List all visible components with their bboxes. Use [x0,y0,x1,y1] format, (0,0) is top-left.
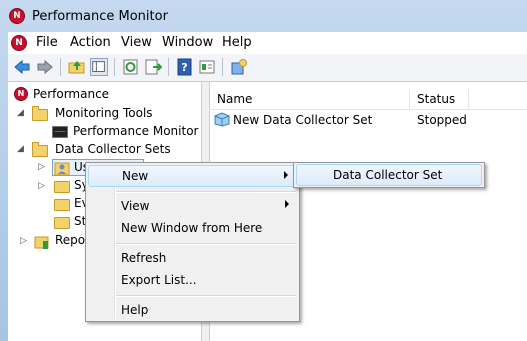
menu-item-label: View [121,199,150,213]
tree-item-label: Monitoring Tools [55,106,153,120]
column-header-status[interactable]: Status [417,92,455,106]
menu-item-label: New [122,169,149,183]
menu-help[interactable]: Help [222,35,252,50]
list-header: Name Status [209,89,527,110]
menu-view[interactable]: View [121,35,152,50]
context-menu: New View New Window from Here Refresh Ex… [85,162,300,322]
menu-item-new-window[interactable]: New Window from Here [88,217,297,239]
menu-item-label: Help [121,303,149,317]
column-header-name[interactable]: Name [217,92,252,106]
column-separator[interactable] [409,89,410,109]
folder-icon [54,217,70,229]
folder-icon [32,142,48,157]
menu-item-view[interactable]: View [88,195,297,217]
toolbar-separator [222,58,223,76]
menu-item-export-list[interactable]: Export List... [88,269,297,291]
properties-icon[interactable] [198,58,216,76]
data-collector-set-icon [214,112,230,127]
svg-text:?: ? [181,61,187,74]
menu-item-label: Refresh [121,251,167,265]
toolbar-separator [60,58,61,76]
menu-item-new[interactable]: New [88,165,297,187]
folder-icon [32,106,48,121]
collapse-arrow-icon[interactable]: ◢ [17,108,24,118]
toolbar: ? [8,54,527,82]
menu-item-label: New Window from Here [121,221,263,235]
toolbar-separator [168,58,169,76]
performance-icon: N [14,87,28,101]
back-arrow-icon[interactable] [13,58,31,76]
menu-action[interactable]: Action [70,35,111,50]
performance-monitor-window: N Performance Monitor N File Action View… [0,0,527,341]
export-list-icon[interactable] [144,58,162,76]
menu-separator [116,295,296,297]
help-icon[interactable]: ? [176,58,194,76]
toolbar-separator [114,58,115,76]
expand-arrow-icon[interactable]: ▷ [38,162,45,172]
folder-icon [54,181,70,193]
menu-item-help[interactable]: Help [88,299,297,321]
list-item-status: Stopped [417,113,467,127]
expand-arrow-icon[interactable]: ▷ [38,181,45,191]
submenu-arrow-icon [284,171,288,179]
tree-item-label: Performance Monitor [73,124,199,138]
show-hide-tree-icon[interactable] [90,58,108,76]
tree-item-label: Performance [33,87,110,101]
menu-separator [116,243,296,245]
new-submenu: Data Collector Set [293,162,485,188]
new-icon[interactable] [230,58,248,76]
reports-folder-icon [34,236,49,249]
performance-monitor-icon [52,126,68,138]
refresh-icon[interactable] [122,58,140,76]
list-item[interactable]: New Data Collector Set Stopped [209,111,527,129]
tree-item-label: Data Collector Sets [55,142,171,156]
menu-window[interactable]: Window [162,35,213,50]
submenu-arrow-icon [285,200,289,208]
title-bar: N Performance Monitor [0,0,527,32]
user-folder-icon [54,162,70,176]
system-menu-icon[interactable]: N [11,35,27,51]
forward-arrow-icon[interactable] [36,58,54,76]
menu-item-data-collector-set[interactable]: Data Collector Set [296,164,482,186]
list-item-name: New Data Collector Set [233,113,373,127]
window-title: Performance Monitor [32,9,168,24]
menu-item-label: Export List... [121,273,197,287]
menu-file[interactable]: File [36,35,58,50]
menu-separator [116,191,296,193]
expand-arrow-icon[interactable]: ▷ [20,236,27,246]
up-folder-icon[interactable] [68,58,86,76]
menu-item-refresh[interactable]: Refresh [88,247,297,269]
menu-item-label: Data Collector Set [333,168,443,182]
app-icon: N [9,8,25,24]
menu-bar: N File Action View Window Help [8,32,527,54]
column-separator[interactable] [468,89,469,109]
folder-icon [54,199,70,211]
collapse-arrow-icon[interactable]: ◢ [17,144,24,154]
